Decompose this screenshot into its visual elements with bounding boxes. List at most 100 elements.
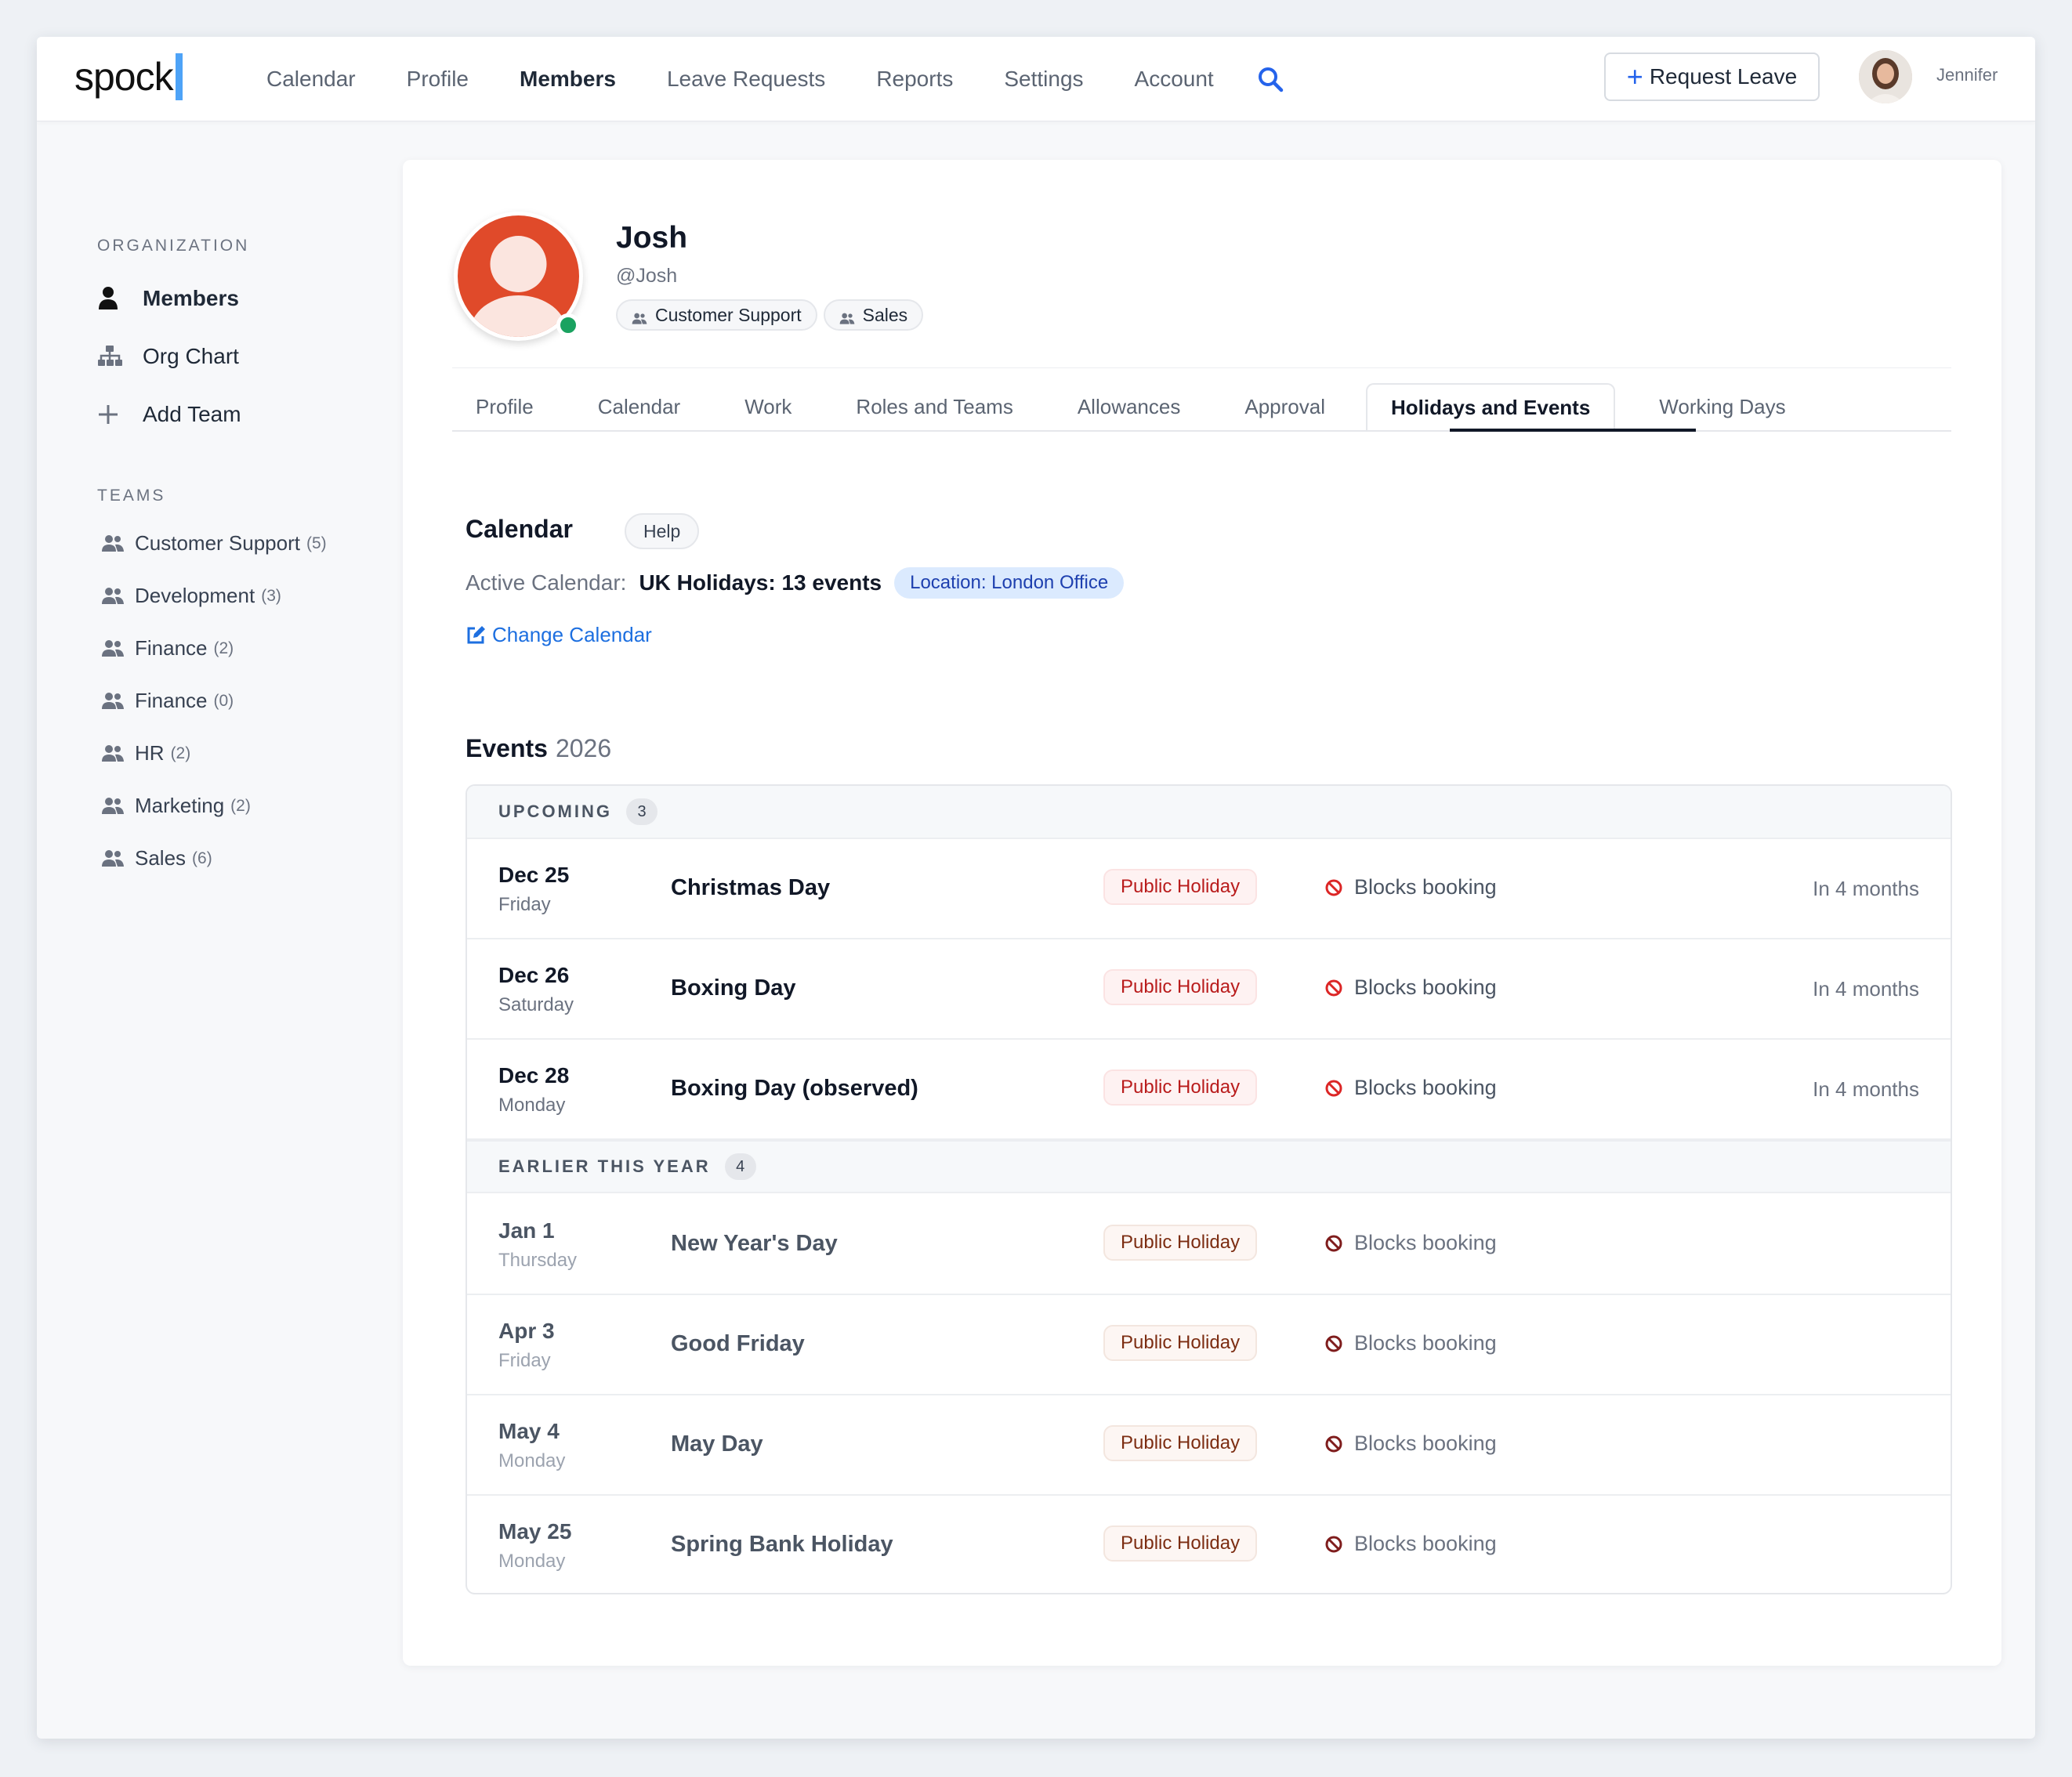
event-row[interactable]: Dec 25 Friday Christmas Day Public Holid… [467, 839, 1951, 939]
event-row[interactable]: Jan 1 Thursday New Year's Day Public Hol… [467, 1195, 1951, 1295]
sidebar-team-development[interactable]: Development (3) [102, 584, 281, 608]
change-calendar-label: Change Calendar [492, 623, 652, 646]
sidebar-team-finance[interactable]: Finance (2) [102, 636, 234, 660]
tab-calendar[interactable]: Calendar [557, 383, 705, 430]
app-window: spock Calendar Profile Members Leave Req… [37, 37, 2035, 1739]
active-calendar-label: Active Calendar: [465, 570, 627, 595]
sidebar-item-add-team[interactable]: Add Team [97, 400, 241, 429]
sidebar-item-members[interactable]: Members [97, 284, 239, 313]
tab-approval[interactable]: Approval [1204, 383, 1366, 430]
tab-profile[interactable]: Profile [452, 383, 557, 430]
event-type-badge: Public Holiday [1103, 1225, 1258, 1261]
user-name[interactable]: Jennifer [1936, 65, 1998, 85]
search-icon[interactable] [1257, 66, 1284, 92]
group-title: EARLIER THIS YEAR [498, 1156, 711, 1176]
sidebar-team-customer-support[interactable]: Customer Support (5) [102, 531, 327, 556]
ban-icon [1324, 1435, 1343, 1453]
logo-cursor-bar [175, 53, 183, 100]
user-avatar[interactable] [1859, 50, 1912, 103]
event-row[interactable]: Dec 26 Saturday Boxing Day Public Holida… [467, 939, 1951, 1040]
events-title: Events 2026 [465, 734, 611, 763]
event-weekday: Monday [498, 1450, 566, 1471]
event-type-badge: Public Holiday [1103, 1069, 1258, 1106]
logo-text: spock [74, 55, 174, 99]
event-date: Dec 28 [498, 1063, 570, 1088]
active-calendar-row: Active Calendar: UK Holidays: 13 events … [465, 567, 1125, 599]
nav-link-members[interactable]: Members [520, 67, 616, 92]
event-weekday: Thursday [498, 1250, 578, 1271]
sidebar-item-label: Org Chart [143, 344, 239, 368]
blocks-booking: Blocks booking [1324, 1231, 1497, 1255]
sidebar-team-finance-2[interactable]: Finance (0) [102, 689, 234, 713]
team-icon [102, 744, 124, 763]
spock-logo[interactable]: spock [74, 52, 183, 101]
ban-icon [1324, 979, 1343, 997]
ban-icon [1324, 1535, 1343, 1554]
team-tag-sales[interactable]: Sales [823, 299, 924, 331]
team-name: Finance [135, 636, 208, 660]
tab-allowances[interactable]: Allowances [1037, 383, 1204, 430]
event-row[interactable]: May 4 Monday May Day Public Holiday Bloc… [467, 1395, 1951, 1496]
team-count: (2) [230, 796, 251, 815]
tab-work[interactable]: Work [704, 383, 815, 430]
team-name: Marketing [135, 794, 225, 817]
blocks-booking-label: Blocks booking [1354, 1532, 1497, 1555]
help-button[interactable]: Help [625, 513, 700, 549]
event-row[interactable]: May 25 Monday Spring Bank Holiday Public… [467, 1496, 1951, 1593]
blocks-booking: Blocks booking [1324, 1532, 1497, 1556]
request-leave-label: Request Leave [1649, 64, 1798, 89]
blocks-booking-label: Blocks booking [1354, 1076, 1497, 1099]
event-name: Christmas Day [671, 875, 831, 900]
event-name: Boxing Day (observed) [671, 1076, 918, 1101]
nav-link-leave-requests[interactable]: Leave Requests [667, 67, 825, 92]
event-row[interactable]: Dec 28 Monday Boxing Day (observed) Publ… [467, 1040, 1951, 1140]
blocks-booking-label: Blocks booking [1354, 1431, 1497, 1455]
sidebar-item-label: Members [143, 286, 239, 310]
blocks-booking-label: Blocks booking [1354, 975, 1497, 999]
calendar-section-title: Calendar [465, 515, 573, 543]
event-date: Dec 25 [498, 863, 570, 887]
online-status-dot [556, 313, 580, 337]
tab-holidays-and-events[interactable]: Holidays and Events [1365, 383, 1616, 430]
event-type-badge: Public Holiday [1103, 869, 1258, 905]
event-date: Jan 1 [498, 1218, 555, 1243]
change-calendar-link[interactable]: Change Calendar [465, 623, 652, 647]
nav-link-profile[interactable]: Profile [407, 67, 469, 92]
team-icon [102, 849, 124, 868]
sidebar: ORGANIZATION Members Org Chart Add Team … [37, 121, 405, 1739]
blocks-booking: Blocks booking [1324, 1431, 1497, 1456]
nav-link-settings[interactable]: Settings [1004, 67, 1083, 92]
team-tag-customer-support[interactable]: Customer Support [616, 299, 817, 331]
event-date: Dec 26 [498, 963, 570, 987]
location-badge: Location: London Office [894, 567, 1125, 599]
tab-working-days[interactable]: Working Days [1615, 383, 1809, 430]
organization-heading: ORGANIZATION [97, 237, 250, 255]
nav-link-account[interactable]: Account [1135, 67, 1214, 92]
ban-icon [1324, 1234, 1343, 1253]
sidebar-item-org-chart[interactable]: Org Chart [97, 342, 239, 371]
event-date: May 25 [498, 1519, 572, 1544]
tab-roles-and-teams[interactable]: Roles and Teams [815, 383, 1036, 430]
event-relative-time: In 4 months [1813, 977, 1919, 1001]
blocks-booking: Blocks booking [1324, 875, 1497, 899]
sidebar-team-marketing[interactable]: Marketing (2) [102, 794, 251, 818]
sidebar-team-hr[interactable]: HR (2) [102, 741, 190, 765]
ban-icon [1324, 1079, 1343, 1098]
team-icon [102, 534, 124, 553]
group-title: UPCOMING [498, 802, 612, 821]
edit-icon [465, 625, 486, 646]
request-leave-button[interactable]: + Request Leave [1604, 52, 1820, 101]
nav-link-calendar[interactable]: Calendar [266, 67, 356, 92]
sidebar-team-sales[interactable]: Sales (6) [102, 846, 212, 870]
member-profile-card: Josh @Josh Customer Support Sales Profil… [403, 160, 2001, 1666]
event-name: Boxing Day [671, 975, 796, 1001]
event-row[interactable]: Apr 3 Friday Good Friday Public Holiday … [467, 1295, 1951, 1395]
team-count: (2) [213, 639, 234, 657]
event-type-badge: Public Holiday [1103, 1525, 1258, 1562]
org-chart-icon [97, 342, 125, 371]
team-icon [102, 797, 124, 816]
blocks-booking-label: Blocks booking [1354, 875, 1497, 899]
event-name: Good Friday [671, 1331, 805, 1356]
nav-link-reports[interactable]: Reports [876, 67, 953, 92]
event-weekday: Friday [498, 1350, 551, 1371]
